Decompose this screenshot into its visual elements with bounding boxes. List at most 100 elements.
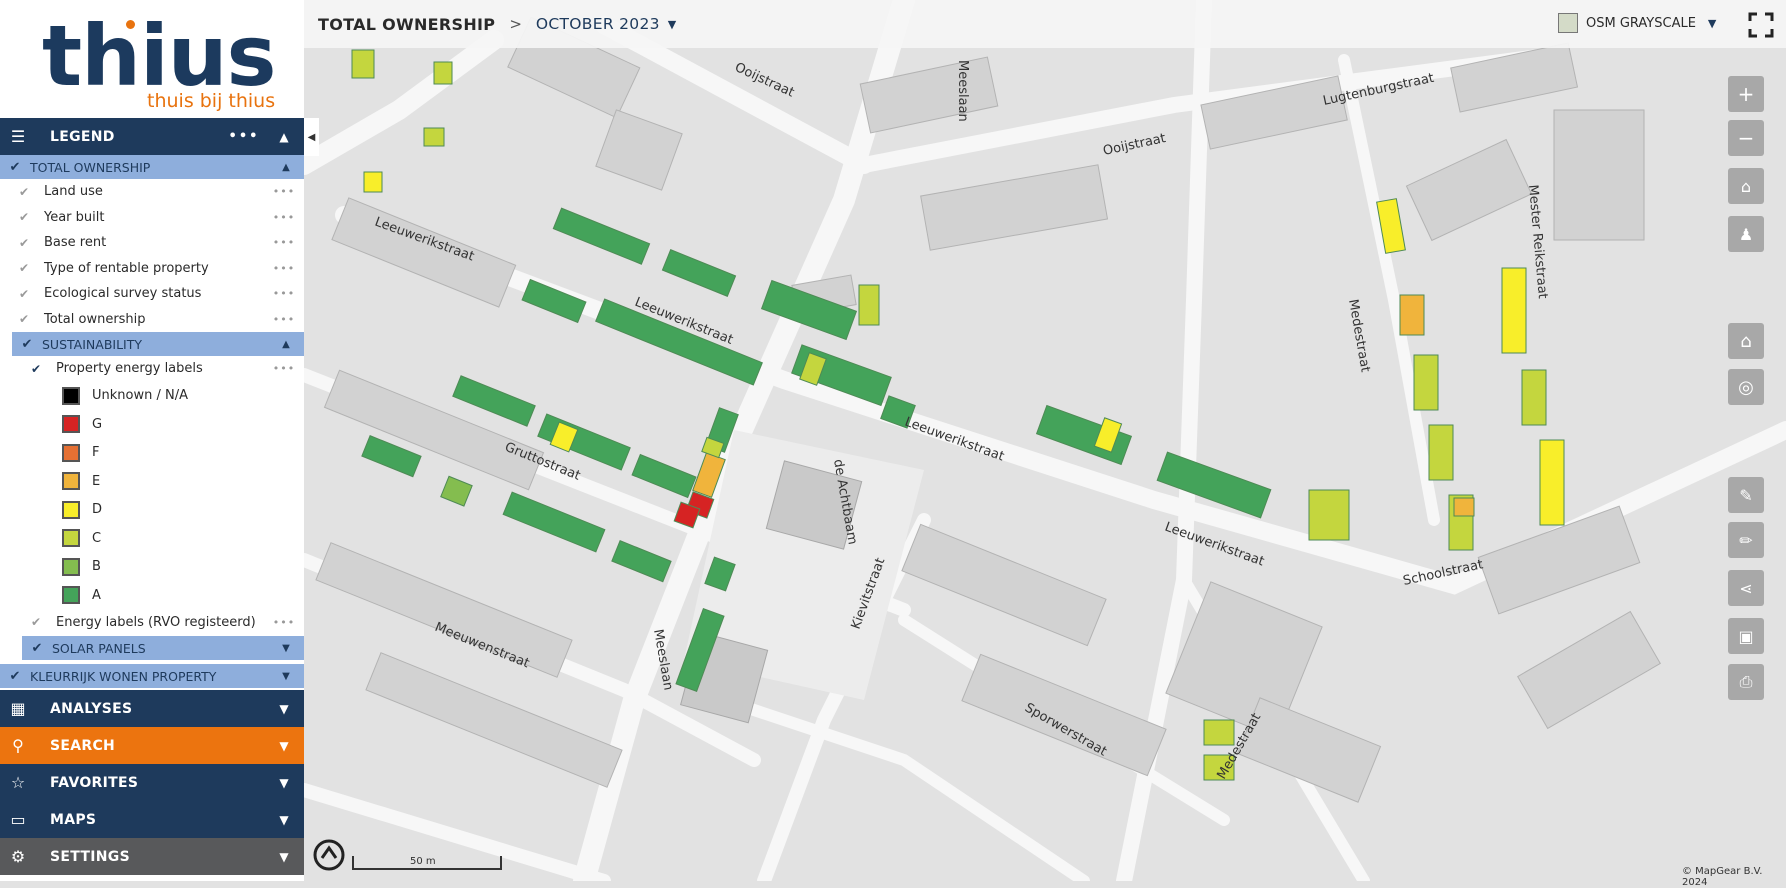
more-icon[interactable]: •••	[264, 211, 304, 224]
chevron-up-icon[interactable]: ▲	[268, 339, 304, 350]
scale-label: 50 m	[410, 856, 436, 867]
more-icon[interactable]: •••	[224, 129, 264, 144]
more-icon[interactable]: •••	[264, 236, 304, 249]
sidebar-collapse-button[interactable]: ◀	[304, 118, 319, 156]
zoom-in-button[interactable]: +	[1728, 76, 1764, 112]
chevron-down-icon: ▼	[279, 775, 289, 790]
fullscreen-icon[interactable]	[1748, 12, 1774, 38]
legend-label: E	[92, 473, 101, 489]
layer-total-ownership[interactable]: ✔ Total ownership •••	[0, 307, 304, 333]
group-sustainability[interactable]: ✔ SUSTAINABILITY ▲	[12, 332, 304, 356]
check-icon[interactable]: ✔	[14, 287, 34, 301]
map-canvas[interactable]: Ooijstraat Ooijstraat Leeuwerikstraat Le…	[294, 0, 1786, 888]
layer-ecological[interactable]: ✔ Ecological survey status •••	[0, 281, 304, 307]
locate-icon[interactable]: ◎	[1728, 369, 1764, 405]
energy-legend-item: D	[0, 496, 304, 525]
street-label-meeslaan: Meeslaan	[955, 60, 970, 122]
group-solar-panels[interactable]: ✔ SOLAR PANELS ▼	[22, 636, 304, 660]
group-total-ownership[interactable]: ✔ TOTAL OWNERSHIP ▲	[0, 155, 304, 179]
basemap-thumbnail	[1558, 13, 1578, 33]
check-icon[interactable]: ✔	[22, 641, 52, 656]
group-solar-label: SOLAR PANELS	[52, 640, 146, 656]
layer-rvo[interactable]: ✔ Energy labels (RVO registeerd) •••	[0, 610, 304, 636]
print-icon[interactable]: ⎙	[1728, 664, 1764, 700]
tilt-icon[interactable]: ⌂	[1728, 168, 1764, 204]
more-icon[interactable]: •••	[264, 313, 304, 326]
more-icon[interactable]: •••	[264, 362, 304, 375]
layer-label: Total ownership	[44, 311, 146, 327]
group-total-ownership-label: TOTAL OWNERSHIP	[30, 159, 151, 175]
copyright: © MapGear B.V. 2024	[1682, 866, 1763, 888]
check-icon[interactable]: ✔	[0, 160, 30, 175]
zoom-out-button[interactable]: −	[1728, 120, 1764, 156]
screenshot-icon[interactable]: ▣	[1728, 618, 1764, 654]
check-icon[interactable]: ✔	[14, 312, 34, 326]
legend-swatch	[62, 415, 80, 434]
group-kleurrijk-label: KLEURRIJK WONEN PROPERTY	[30, 668, 217, 684]
map-icon: ▭	[10, 810, 26, 829]
layer-land-use[interactable]: ✔ Land use •••	[0, 179, 304, 205]
layer-rentable-type[interactable]: ✔ Type of rentable property •••	[0, 256, 304, 282]
layer-label: Year built	[44, 209, 105, 225]
check-icon[interactable]: ✔	[14, 236, 34, 250]
check-icon[interactable]: ✔	[26, 362, 46, 376]
legend-label: Unknown / N/A	[92, 388, 188, 404]
calculator-icon: ▦	[10, 699, 26, 718]
nav-search[interactable]: ⚲ SEARCH ▼	[0, 727, 304, 764]
layer-base-rent[interactable]: ✔ Base rent •••	[0, 230, 304, 256]
legend-swatch	[62, 529, 80, 548]
check-icon[interactable]: ✔	[26, 615, 46, 629]
draw-icon[interactable]: ✎	[1728, 477, 1764, 513]
breadcrumb-date[interactable]: OCTOBER 2023	[536, 15, 660, 33]
basemap-selector[interactable]: OSM GRAYSCALE ▼	[1558, 13, 1716, 33]
nav-label: SEARCH	[50, 737, 116, 754]
layer-year-built[interactable]: ✔ Year built •••	[0, 205, 304, 231]
rotate-reset-icon[interactable]	[312, 838, 346, 872]
chevron-up-icon[interactable]: ▲	[264, 130, 304, 144]
chevron-down-icon[interactable]: ▼	[668, 18, 676, 31]
group-sustainability-label: SUSTAINABILITY	[42, 336, 143, 352]
check-icon[interactable]: ✔	[12, 337, 42, 352]
nav-maps[interactable]: ▭ MAPS ▼	[0, 801, 304, 838]
energy-legend-item: E	[0, 467, 304, 496]
chevron-up-icon[interactable]: ▲	[268, 162, 304, 173]
check-icon[interactable]: ✔	[14, 185, 34, 199]
nav-settings[interactable]: ⚙ SETTINGS ▼	[0, 838, 304, 875]
gear-icon: ⚙	[10, 847, 26, 866]
layer-energy-labels[interactable]: ✔ Property energy labels •••	[0, 356, 304, 382]
search-icon: ⚲	[12, 736, 24, 755]
energy-label-legend: Unknown / N/A G F E D C B A	[0, 382, 304, 610]
energy-legend-item: G	[0, 410, 304, 439]
home-button[interactable]: ⌂	[1728, 323, 1764, 359]
legend-swatch	[62, 386, 80, 405]
logo-dot	[126, 20, 135, 29]
street-view-icon[interactable]: ♟	[1728, 216, 1764, 252]
edit-icon[interactable]: ✏	[1728, 522, 1764, 558]
legend-header[interactable]: ☰ LEGEND ••• ▲	[0, 118, 304, 155]
check-icon[interactable]: ✔	[14, 210, 34, 224]
breadcrumb-layer[interactable]: TOTAL OWNERSHIP	[318, 15, 495, 34]
legend-label: C	[92, 530, 102, 546]
chevron-down-icon: ▼	[279, 849, 289, 864]
layer-label: Land use	[44, 184, 103, 200]
nav-favorites[interactable]: ☆ FAVORITES ▼	[0, 764, 304, 801]
check-icon[interactable]: ✔	[0, 669, 30, 684]
map-svg[interactable]: Ooijstraat Ooijstraat Leeuwerikstraat Le…	[294, 0, 1786, 888]
layer-label: Energy labels (RVO registeerd)	[56, 614, 256, 630]
chevron-down-icon: ▼	[279, 812, 289, 827]
nav-label: SETTINGS	[50, 848, 130, 865]
layer-label: Base rent	[44, 235, 107, 251]
more-icon[interactable]: •••	[264, 616, 304, 629]
check-icon[interactable]: ✔	[14, 261, 34, 275]
more-icon[interactable]: •••	[264, 185, 304, 198]
more-icon[interactable]: •••	[264, 287, 304, 300]
share-icon[interactable]: ⋖	[1728, 570, 1764, 606]
chevron-down-icon: ▼	[1707, 16, 1717, 30]
group-kleurrijk[interactable]: ✔ KLEURRIJK WONEN PROPERTY ▼	[0, 664, 304, 688]
nav-analyses[interactable]: ▦ ANALYSES ▼	[0, 690, 304, 727]
energy-legend-item: F	[0, 439, 304, 468]
nav-label: ANALYSES	[50, 700, 133, 717]
chevron-down-icon[interactable]: ▼	[268, 643, 304, 654]
more-icon[interactable]: •••	[264, 262, 304, 275]
chevron-down-icon[interactable]: ▼	[268, 671, 304, 682]
